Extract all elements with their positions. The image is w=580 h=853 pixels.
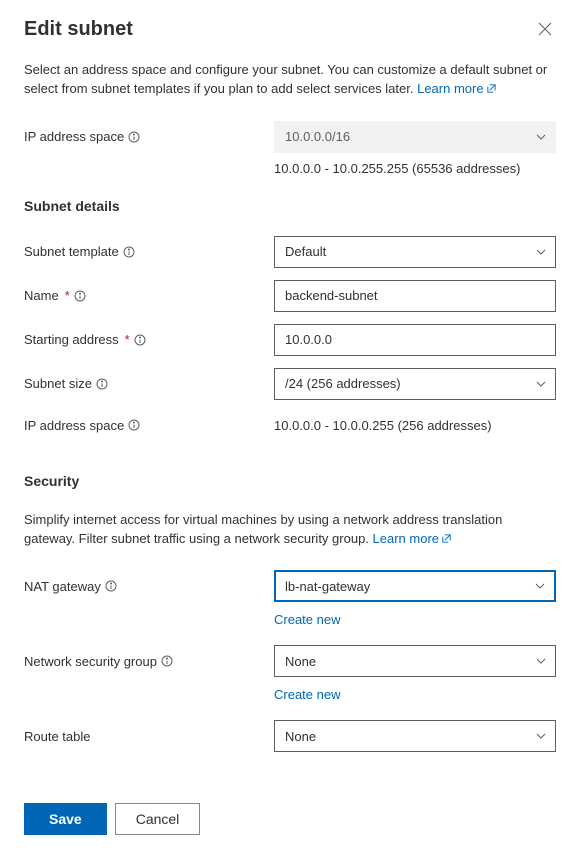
nat-gateway-label: NAT gateway [24,579,101,594]
nsg-dropdown[interactable]: None [274,645,556,677]
learn-more-link[interactable]: Learn more [417,81,496,96]
route-table-dropdown[interactable]: None [274,720,556,752]
starting-address-row: Starting address * [24,324,556,356]
cancel-button[interactable]: Cancel [115,803,201,835]
chevron-down-icon [535,131,547,143]
chevron-down-icon [535,730,547,742]
subnet-template-label: Subnet template [24,244,119,259]
subnet-template-dropdown[interactable]: Default [274,236,556,268]
chevron-down-icon [535,378,547,390]
resulting-ip-space-text: 10.0.0.0 - 10.0.0.255 (256 addresses) [274,418,556,433]
route-table-row: Route table None [24,720,556,752]
ip-address-space-label: IP address space [24,129,124,144]
subnet-template-row: Subnet template Default [24,236,556,268]
page-title: Edit subnet [24,18,133,41]
security-learn-more-link[interactable]: Learn more [373,531,452,546]
external-link-icon [486,83,497,94]
required-marker: * [125,332,130,347]
ip-address-range-text: 10.0.0.0 - 10.0.255.255 (65536 addresses… [274,159,520,176]
chevron-down-icon [535,246,547,258]
info-icon[interactable] [96,378,108,390]
nsg-row: Network security group None [24,645,556,677]
security-heading: Security [24,473,556,489]
info-icon[interactable] [123,246,135,258]
close-icon [538,22,552,36]
nat-create-new-link[interactable]: Create new [274,608,340,627]
ip-address-space-dropdown[interactable]: 10.0.0.0/16 [274,121,556,153]
subnet-size-label: Subnet size [24,376,92,391]
starting-address-input[interactable] [274,324,556,356]
subnet-size-row: Subnet size /24 (256 addresses) [24,368,556,400]
external-link-icon [441,533,452,544]
subnet-size-dropdown[interactable]: /24 (256 addresses) [274,368,556,400]
chevron-down-icon [534,580,546,592]
required-marker: * [65,288,70,303]
ip-address-space-row: IP address space 10.0.0.0/16 [24,121,556,153]
info-icon[interactable] [128,131,140,143]
resulting-ip-space-label: IP address space [24,418,124,433]
info-icon[interactable] [128,419,140,431]
resulting-ip-space-row: IP address space 10.0.0.0 - 10.0.0.255 (… [24,418,556,433]
info-icon[interactable] [105,580,117,592]
route-table-label: Route table [24,729,91,744]
name-input[interactable] [274,280,556,312]
nsg-create-new-link[interactable]: Create new [274,683,340,702]
save-button[interactable]: Save [24,803,107,835]
close-button[interactable] [534,18,556,40]
name-row: Name * [24,280,556,312]
nat-gateway-row: NAT gateway lb-nat-gateway [24,570,556,602]
starting-address-label: Starting address [24,332,119,347]
subnet-details-heading: Subnet details [24,198,556,214]
info-icon[interactable] [134,334,146,346]
security-description: Simplify internet access for virtual mac… [24,511,556,549]
info-icon[interactable] [161,655,173,667]
nsg-label: Network security group [24,654,157,669]
name-label: Name [24,288,59,303]
info-icon[interactable] [74,290,86,302]
nat-gateway-dropdown[interactable]: lb-nat-gateway [274,570,556,602]
intro-text: Select an address space and configure yo… [24,61,556,99]
chevron-down-icon [535,655,547,667]
